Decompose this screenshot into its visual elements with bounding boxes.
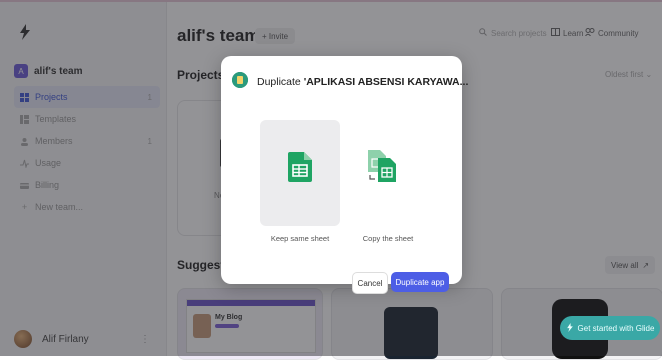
dialog-title-prefix: Duplicate	[257, 76, 304, 88]
duplicate-app-button[interactable]: Duplicate app	[391, 272, 449, 292]
cancel-button[interactable]: Cancel	[352, 272, 388, 294]
option-copy-sheet[interactable]	[348, 120, 428, 226]
dialog-title: Duplicate 'APLIKASI ABSENSI KARYAWA...	[257, 76, 468, 88]
duplicate-dialog: Duplicate 'APLIKASI ABSENSI KARYAWA... K…	[221, 56, 468, 294]
get-started-button[interactable]: Get started with Glide	[560, 316, 660, 340]
get-started-label: Get started with Glide	[577, 323, 655, 333]
google-sheets-icon	[288, 152, 312, 187]
glide-logo-icon	[566, 322, 574, 334]
app-icon	[232, 72, 248, 88]
dialog-title-app: 'APLIKASI ABSENSI KARYAWA...	[303, 76, 469, 88]
option-label-copy: Copy the sheet	[362, 234, 414, 243]
option-label-keep: Keep same sheet	[270, 234, 330, 243]
copy-sheet-icon	[366, 148, 402, 189]
option-keep-same-sheet[interactable]	[260, 120, 340, 226]
